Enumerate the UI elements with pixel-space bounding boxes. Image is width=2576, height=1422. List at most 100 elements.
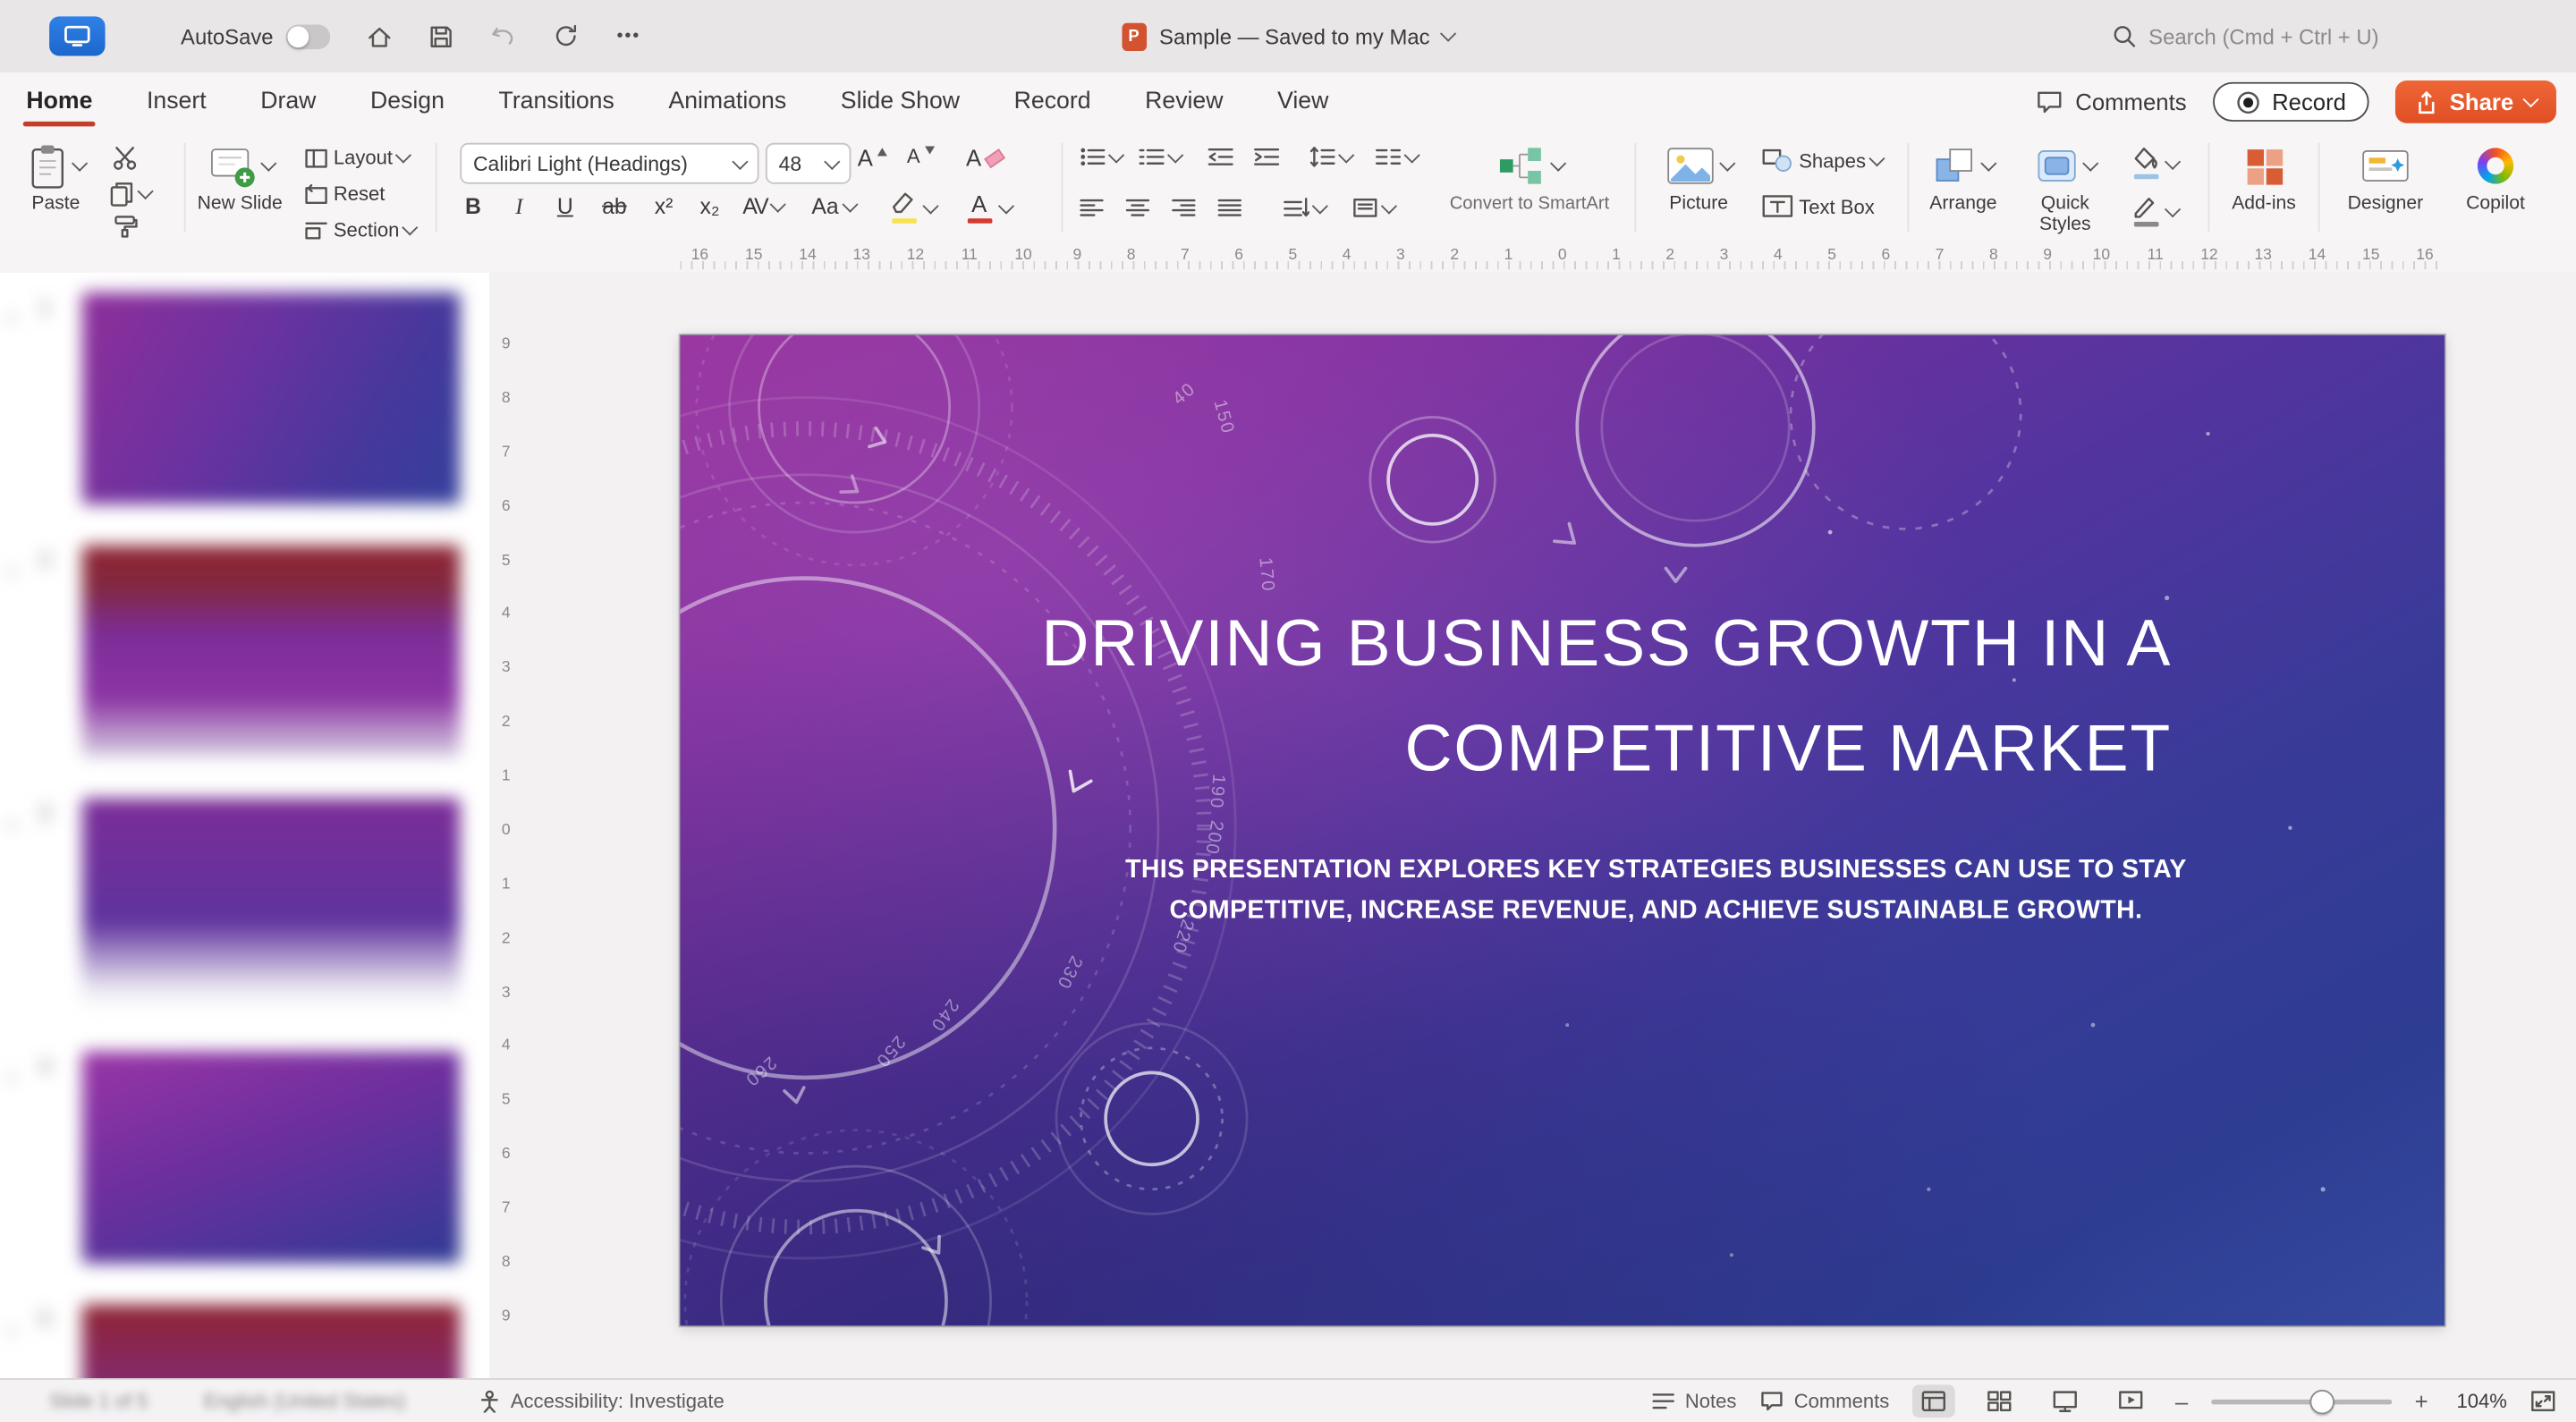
- save-icon[interactable]: [429, 24, 454, 49]
- format-painter-button[interactable]: [112, 214, 138, 239]
- font-size-select[interactable]: 48: [765, 142, 852, 184]
- slide-sorter-view-button[interactable]: [1978, 1384, 2021, 1418]
- strikethrough-button[interactable]: ab: [595, 194, 634, 219]
- copy-button[interactable]: [108, 181, 154, 207]
- accessibility-status[interactable]: Accessibility: Investigate: [478, 1390, 724, 1413]
- layout-button[interactable]: Layout: [304, 146, 412, 169]
- home-icon[interactable]: [367, 24, 393, 49]
- designer-button[interactable]: Designer: [2336, 141, 2435, 216]
- document-title[interactable]: Sample — Saved to my Mac: [1159, 24, 1430, 49]
- redo-icon[interactable]: [555, 23, 580, 49]
- convert-to-smartart-button[interactable]: Convert to SmartArt: [1437, 141, 1622, 215]
- slide-thumbnail-image[interactable]: [81, 798, 461, 1011]
- more-options-icon[interactable]: •••: [616, 26, 640, 46]
- slideshow-view-button[interactable]: [2109, 1384, 2152, 1418]
- section-button[interactable]: Section: [304, 218, 419, 241]
- font-name-select[interactable]: Calibri Light (Headings): [460, 142, 759, 184]
- font-color-button[interactable]: A: [962, 190, 1015, 226]
- text-direction-button[interactable]: [1283, 197, 1328, 218]
- share-button[interactable]: Share: [2395, 80, 2556, 123]
- align-right-button[interactable]: [1172, 197, 1197, 218]
- decrease-indent-button[interactable]: [1208, 146, 1233, 167]
- slide-thumbnail[interactable]: » 1: [0, 292, 489, 504]
- horizontal-ruler[interactable]: 16 15 14 13 12 11 10 9 8 7 6 5 4 3 2 1 0 1 2 3 4 5 6 7 8 9 10 11 12 1…: [0, 242, 2576, 275]
- quick-styles-button[interactable]: Quick Styles: [2018, 141, 2114, 235]
- character-spacing-button[interactable]: AV: [742, 194, 786, 218]
- text-box-button[interactable]: Text Box: [1761, 194, 1875, 219]
- editing-canvas[interactable]: 40 150 170 190 200 220 230 240 250 260 DRIVING BU…: [522, 273, 2576, 1380]
- grow-font-button[interactable]: A: [858, 145, 888, 171]
- notes-toggle[interactable]: Notes: [1650, 1390, 1736, 1413]
- subscript-button[interactable]: x₂: [690, 194, 729, 219]
- slide-thumbnail-image[interactable]: [81, 1304, 461, 1380]
- justify-button[interactable]: [1217, 197, 1242, 218]
- align-left-button[interactable]: [1080, 197, 1105, 218]
- paste-chevron-icon[interactable]: [71, 155, 88, 172]
- slide-thumbnail[interactable]: » 2: [0, 545, 489, 758]
- shapes-button[interactable]: Shapes: [1761, 148, 1885, 173]
- slide-subtitle-textbox[interactable]: THIS PRESENTATION EXPLORES KEY STRATEGIE…: [1081, 850, 2232, 932]
- ribbon-tab[interactable]: Draw: [260, 72, 316, 131]
- clear-formatting-button[interactable]: A: [966, 145, 1006, 171]
- change-case-button[interactable]: Aa: [811, 194, 858, 218]
- copilot-button[interactable]: Copilot: [2451, 141, 2539, 216]
- bullets-button[interactable]: [1080, 146, 1125, 167]
- fit-slide-to-window-button[interactable]: [2530, 1390, 2556, 1413]
- reset-button[interactable]: Reset: [304, 182, 385, 206]
- picture-button[interactable]: Picture: [1653, 141, 1745, 216]
- slide-thumbnail-image[interactable]: [81, 292, 461, 504]
- search-control[interactable]: Search (Cmd + Ctrl + U): [2113, 24, 2379, 48]
- paste-button[interactable]: Paste: [13, 141, 99, 216]
- ribbon-tab[interactable]: Insert: [147, 72, 207, 131]
- comments-button[interactable]: Comments: [2036, 89, 2187, 115]
- align-center-button[interactable]: [1125, 197, 1150, 218]
- slide-title-textbox[interactable]: DRIVING BUSINESS GROWTH IN A COMPETITIVE…: [809, 591, 2172, 801]
- superscript-button[interactable]: x²: [644, 194, 683, 219]
- ribbon-tab[interactable]: Review: [1145, 72, 1223, 131]
- vertical-ruler[interactable]: 9 8 7 6 5 4 3 2 1 0 1 2 3 4 5 6 7 8 9: [489, 272, 523, 1380]
- arrange-button[interactable]: Arrange: [1919, 141, 2007, 216]
- shape-fill-button[interactable]: [2129, 146, 2182, 182]
- ribbon-tab[interactable]: Design: [370, 72, 445, 131]
- increase-indent-button[interactable]: [1253, 146, 1280, 167]
- shape-outline-button[interactable]: [2129, 194, 2182, 230]
- app-icon[interactable]: [49, 16, 106, 56]
- underline-button[interactable]: U: [548, 194, 581, 219]
- comments-toggle[interactable]: Comments: [1759, 1390, 1889, 1413]
- zoom-slider-knob[interactable]: [2310, 1389, 2335, 1415]
- align-text-button[interactable]: [1352, 197, 1398, 218]
- autosave-toggle[interactable]: [286, 23, 331, 49]
- ribbon-tab[interactable]: View: [1277, 72, 1328, 131]
- slide-thumbnail[interactable]: » 5: [0, 1304, 489, 1380]
- title-chevron-icon[interactable]: [1440, 25, 1457, 42]
- normal-view-button[interactable]: [1911, 1384, 1955, 1418]
- italic-button[interactable]: I: [503, 194, 536, 220]
- line-spacing-button[interactable]: [1309, 146, 1355, 167]
- record-button[interactable]: Record: [2212, 81, 2369, 122]
- slide-thumbnail-image[interactable]: [81, 545, 461, 758]
- new-slide-button[interactable]: New Slide: [192, 141, 288, 216]
- slide-thumbnail[interactable]: » 4: [0, 1051, 489, 1264]
- cut-button[interactable]: [112, 145, 138, 171]
- language-status[interactable]: English (United States): [204, 1390, 405, 1413]
- slide-thumbnail-panel[interactable]: » 1 » 2 » 3 » 4 » 5: [0, 272, 492, 1380]
- ribbon-tab[interactable]: Transitions: [499, 72, 614, 131]
- zoom-slider[interactable]: [2210, 1389, 2392, 1415]
- ribbon-tab[interactable]: Slide Show: [841, 72, 960, 131]
- numbering-button[interactable]: [1139, 146, 1184, 167]
- undo-icon[interactable]: [490, 25, 518, 48]
- slide[interactable]: 40 150 170 190 200 220 230 240 250 260 DRIVING BU…: [680, 334, 2445, 1326]
- slide-thumbnail-image[interactable]: [81, 1051, 461, 1264]
- zoom-out-button[interactable]: –: [2175, 1388, 2188, 1414]
- ribbon-tab[interactable]: Animations: [668, 72, 786, 131]
- zoom-in-button[interactable]: +: [2415, 1388, 2428, 1414]
- bold-button[interactable]: B: [457, 194, 490, 219]
- addins-button[interactable]: Add-ins: [2223, 141, 2305, 216]
- ribbon-tab[interactable]: Home: [22, 72, 97, 131]
- columns-button[interactable]: [1375, 146, 1420, 167]
- reading-view-button[interactable]: [2044, 1384, 2087, 1418]
- shrink-font-button[interactable]: A: [907, 145, 936, 167]
- ribbon-tab[interactable]: Record: [1014, 72, 1091, 131]
- slide-thumbnail[interactable]: » 3: [0, 798, 489, 1011]
- highlight-color-button[interactable]: [887, 190, 939, 226]
